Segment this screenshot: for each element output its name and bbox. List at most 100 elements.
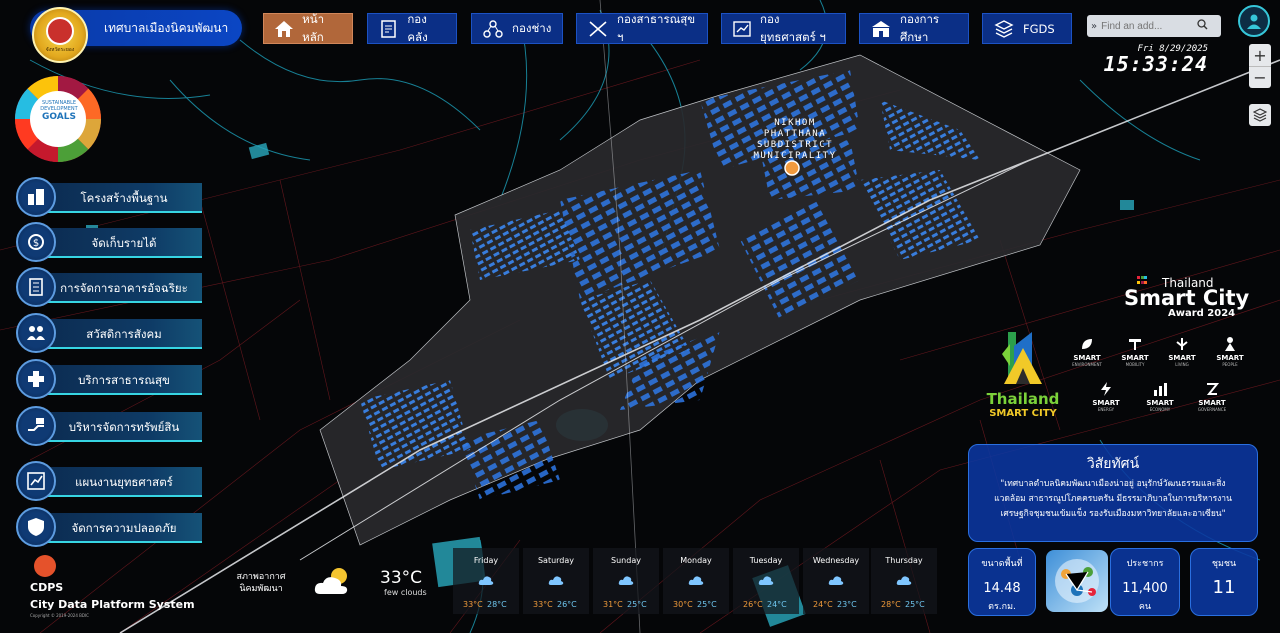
smart-environment: SMART ENVIRONMENT (1067, 336, 1107, 367)
forecast-low: 25°C (627, 600, 647, 609)
menu-infrastructure[interactable]: โครงสร้างพื้นฐาน (16, 177, 202, 217)
smart-sub: ECONOMY (1149, 407, 1171, 412)
menu-label: จัดเก็บรายได้ (91, 236, 157, 250)
smart-name: SMART (1146, 399, 1174, 407)
social-welfare-icon (16, 313, 56, 353)
smart-building-icon (16, 267, 56, 307)
cloud-icon (548, 576, 564, 585)
copyright-text: Copyright © 2019-2024 BDIC (30, 613, 89, 618)
zoom-in-button[interactable]: + (1249, 44, 1271, 66)
nav-strategy[interactable]: กองยุทธศาสตร์ ฯ (721, 11, 846, 44)
nav-label: กองการศึกษา (900, 11, 940, 44)
nav-home[interactable]: หน้าหลัก (263, 11, 353, 44)
menu-strategic-plan[interactable]: แผนงานยุทธศาสตร์ (16, 461, 202, 501)
layers-icon (993, 18, 1015, 40)
cloud-icon (478, 576, 494, 585)
community-illustration (1046, 550, 1108, 612)
user-icon (1247, 14, 1261, 29)
smart-economy: SMART ECONOMY (1140, 381, 1180, 412)
expand-icon[interactable]: » (1091, 21, 1097, 32)
revenue-icon: $ (16, 222, 56, 262)
area-label: ขนาดพื้นที่ (981, 559, 1023, 569)
search-icon[interactable] (1197, 19, 1208, 33)
thailand-smart-city-logo: Thailand SMART CITY (982, 326, 1064, 420)
smart-living: SMART LIVING (1162, 336, 1202, 367)
safety-icon (16, 507, 56, 547)
health-icon (587, 18, 609, 40)
cloud-icon (758, 576, 774, 585)
menu-label: การจัดการอาคารอัจฉริยะ (60, 281, 188, 295)
community-label: ชุมชน (1211, 559, 1237, 569)
zoom-control: + − (1249, 44, 1271, 88)
smart-name: SMART (1216, 354, 1244, 362)
award-grid-icon (1137, 276, 1147, 286)
smart-environment-icon (1067, 336, 1107, 354)
nav-label: หน้าหลัก (302, 11, 325, 44)
forecast-high: 28°C (881, 600, 901, 609)
search-bar[interactable]: » (1087, 15, 1221, 37)
forecast-high: 31°C (603, 600, 623, 609)
svg-text:$: $ (33, 238, 39, 249)
nav-public-health[interactable]: กองสาธารณสุข ฯ (576, 11, 708, 44)
population-unit: คน (1138, 602, 1152, 612)
weather-location: สภาพอากาศ นิคมพัฒนา (236, 572, 286, 594)
home-icon (274, 18, 294, 40)
smart-sub: ENVIRONMENT (1072, 362, 1102, 367)
nav-label: กองสาธารณสุข ฯ (617, 11, 696, 44)
municipality-marker[interactable] (784, 160, 800, 176)
community-stat[interactable]: ชุมชน 11 (1190, 548, 1258, 616)
forecast-low: 25°C (905, 600, 925, 609)
forecast-day: Friday 33°C 28°C (453, 548, 519, 614)
area-unit: ตร.กม. (988, 602, 1016, 612)
map-label-line: NIKHOM (774, 118, 816, 128)
smart-sub: LIVING (1175, 362, 1189, 367)
layer-toggle-button[interactable] (1249, 104, 1271, 126)
zoom-out-button[interactable]: − (1249, 66, 1271, 88)
menu-label: สวัสดิการสังคม (86, 327, 162, 341)
forecast-day-name: Thursday (885, 556, 923, 565)
current-temperature: 33°C (380, 568, 423, 588)
menu-public-health[interactable]: บริการสาธารณสุข (16, 359, 202, 399)
map-label-line: SUBDISTRICT (757, 140, 833, 150)
menu-social-welfare[interactable]: สวัสดิการสังคม (16, 313, 202, 353)
forecast-high: 33°C (463, 600, 483, 609)
menu-smart-building[interactable]: การจัดการอาคารอัจฉริยะ (16, 267, 202, 307)
nav-fgds[interactable]: FGDS (982, 13, 1072, 44)
forecast-day: Sunday 31°C 25°C (593, 548, 659, 614)
menu-safety[interactable]: จัดการความปลอดภัย (16, 507, 202, 547)
vision-title: วิสัยทัศน์ (1086, 456, 1140, 472)
smart-sub: PEOPLE (1222, 362, 1238, 367)
infrastructure-icon (16, 177, 56, 217)
smart-energy: SMART ENERGY (1086, 381, 1126, 412)
forecast-day: Wednesday 24°C 23°C (803, 548, 869, 614)
cloud-icon (688, 576, 704, 585)
population-value: 11,400 (1122, 581, 1168, 596)
forecast-day-name: Saturday (537, 556, 575, 565)
search-input[interactable] (1101, 20, 1198, 32)
smart-name: SMART (1168, 354, 1196, 362)
nav-education[interactable]: กองการศึกษา (859, 11, 969, 44)
forecast-high: 33°C (533, 600, 553, 609)
nav-finance[interactable]: กองคลัง (367, 12, 457, 44)
smart-people-icon (1210, 336, 1250, 354)
smart-mobility: SMART MOBILITY (1115, 336, 1155, 367)
forecast-low: 24°C (767, 600, 787, 609)
forecast-day-name: Sunday (611, 556, 641, 565)
award-title: Smart City (1124, 286, 1250, 310)
population-stat[interactable]: ประชากร 11,400 คน (1110, 548, 1180, 616)
school-icon (870, 18, 892, 40)
area-stat[interactable]: ขนาดพื้นที่ 14.48 ตร.กม. (968, 548, 1036, 616)
smart-governance-icon (1192, 381, 1232, 399)
forecast-low: 28°C (487, 600, 507, 609)
nav-engineering[interactable]: กองช่าง (471, 13, 563, 44)
public-health-icon (16, 359, 56, 399)
forecast-day: Thursday 28°C 25°C (871, 548, 937, 614)
layers-icon (1253, 108, 1267, 122)
user-account-button[interactable] (1238, 5, 1270, 37)
finance-icon (378, 18, 399, 40)
smart-name: SMART (1073, 354, 1101, 362)
engineering-icon (482, 18, 504, 40)
nav-label: กองยุทธศาสตร์ ฯ (760, 11, 826, 44)
menu-revenue[interactable]: จัดเก็บรายได้ $ (16, 222, 202, 262)
menu-asset-management[interactable]: บริหารจัดการทรัพย์สิน (16, 406, 202, 446)
